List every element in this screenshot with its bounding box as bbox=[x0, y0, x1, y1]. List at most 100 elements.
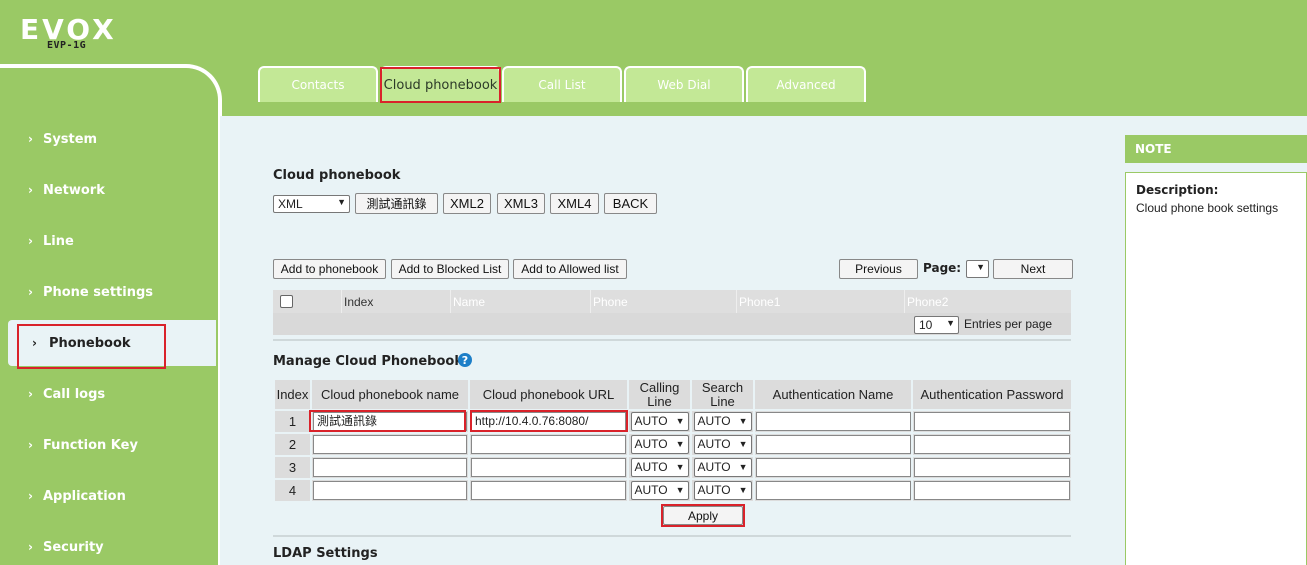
sidebar-item-security[interactable]: › Security bbox=[0, 525, 216, 565]
chevron-right-icon: › bbox=[28, 285, 33, 299]
chevron-down-icon: ▼ bbox=[976, 262, 985, 272]
select-value: AUTO bbox=[697, 437, 731, 451]
highlight-box bbox=[17, 324, 166, 369]
auth-password-input[interactable] bbox=[914, 435, 1070, 454]
phonebook-button-1[interactable]: 測試通訊錄 bbox=[355, 193, 438, 214]
chevron-right-icon: › bbox=[28, 540, 33, 554]
chevron-down-icon: ▼ bbox=[738, 416, 748, 426]
select-all-checkbox[interactable] bbox=[280, 295, 293, 308]
chevron-right-icon: › bbox=[28, 234, 33, 248]
row-index: 2 bbox=[273, 432, 312, 457]
chevron-right-icon: › bbox=[28, 387, 33, 401]
row-index: 4 bbox=[273, 478, 312, 503]
cloud-phonebook-title: Cloud phonebook bbox=[273, 168, 401, 183]
auth-name-input[interactable] bbox=[755, 435, 911, 454]
tab-advanced[interactable]: Advanced bbox=[746, 66, 866, 102]
column-index[interactable]: Index bbox=[341, 290, 451, 313]
tab-call-list[interactable]: Call List bbox=[502, 66, 622, 102]
chevron-down-icon: ▼ bbox=[675, 439, 685, 449]
sidebar-item-label: System bbox=[42, 131, 98, 147]
manage-phonebooks-table: Index Cloud phonebook name Cloud phonebo… bbox=[273, 378, 1073, 503]
select-value: XML bbox=[278, 197, 303, 211]
sidebar-item-system[interactable]: › System bbox=[0, 117, 216, 161]
sidebar-item-phone-settings[interactable]: › Phone settings bbox=[0, 270, 216, 314]
column-phone1[interactable]: Phone1 bbox=[736, 290, 904, 313]
column-phone[interactable]: Phone bbox=[590, 290, 736, 313]
column-header: Cloud phonebook name bbox=[310, 378, 470, 411]
table-row: 4 AUTO ▼ AUTO ▼ bbox=[273, 478, 1073, 503]
chevron-right-icon: › bbox=[28, 132, 33, 146]
column-header: Calling Line bbox=[627, 378, 692, 411]
column-header: Search Line bbox=[690, 378, 755, 411]
row-index: 1 bbox=[273, 409, 312, 434]
select-value: AUTO bbox=[697, 483, 731, 497]
note-panel: Description: Cloud phone book settings bbox=[1125, 172, 1307, 565]
phonebook-button-xml3[interactable]: XML3 bbox=[497, 193, 545, 214]
select-value: AUTO bbox=[634, 414, 668, 428]
select-value: AUTO bbox=[634, 460, 668, 474]
chevron-down-icon: ▼ bbox=[337, 197, 346, 207]
auth-name-input[interactable] bbox=[755, 412, 911, 431]
column-name[interactable]: Name bbox=[450, 290, 590, 313]
highlight-box bbox=[470, 410, 628, 432]
column-header: Cloud phonebook URL bbox=[468, 378, 629, 411]
column-phone2[interactable]: Phone2 bbox=[904, 290, 1071, 313]
search-line-select[interactable]: AUTO ▼ bbox=[693, 412, 752, 431]
table-row: 2 AUTO ▼ AUTO ▼ bbox=[273, 432, 1073, 457]
add-to-allowed-list-button[interactable]: Add to Allowed list bbox=[513, 259, 627, 279]
sidebar-item-line[interactable]: › Line bbox=[0, 219, 216, 263]
sidebar-item-label: Line bbox=[42, 233, 74, 249]
page-select[interactable]: ▼ bbox=[966, 260, 989, 278]
sidebar-item-application[interactable]: › Application bbox=[0, 474, 216, 518]
chevron-right-icon: › bbox=[28, 438, 33, 452]
sidebar-item-function-key[interactable]: › Function Key bbox=[0, 423, 216, 467]
auth-name-input[interactable] bbox=[755, 458, 911, 477]
select-value: AUTO bbox=[634, 437, 668, 451]
sidebar-item-network[interactable]: › Network bbox=[0, 168, 216, 212]
phonebook-name-input[interactable] bbox=[313, 481, 467, 500]
add-to-blocked-list-button[interactable]: Add to Blocked List bbox=[391, 259, 509, 279]
column-header: Authentication Name bbox=[753, 378, 913, 411]
phonebook-url-input[interactable] bbox=[471, 435, 626, 454]
phonebook-name-input[interactable] bbox=[313, 458, 467, 477]
search-line-select[interactable]: AUTO ▼ bbox=[693, 435, 752, 454]
tab-contacts[interactable]: Contacts bbox=[258, 66, 378, 102]
previous-button[interactable]: Previous bbox=[839, 259, 918, 279]
tab-web-dial[interactable]: Web Dial bbox=[624, 66, 744, 102]
chevron-down-icon: ▼ bbox=[675, 416, 685, 426]
phonebook-button-xml2[interactable]: XML2 bbox=[443, 193, 491, 214]
help-icon[interactable]: ? bbox=[458, 353, 472, 367]
highlight-box bbox=[380, 67, 501, 103]
auth-password-input[interactable] bbox=[914, 481, 1070, 500]
add-to-phonebook-button[interactable]: Add to phonebook bbox=[273, 259, 386, 279]
chevron-right-icon: › bbox=[28, 489, 33, 503]
calling-line-select[interactable]: AUTO ▼ bbox=[630, 435, 689, 454]
sidebar-item-label: Application bbox=[42, 488, 126, 504]
sidebar-item-label: Network bbox=[42, 182, 105, 198]
table-row: 3 AUTO ▼ AUTO ▼ bbox=[273, 455, 1073, 480]
calling-line-select[interactable]: AUTO ▼ bbox=[630, 481, 689, 500]
entries-per-page-select[interactable]: 10 ▼ bbox=[914, 316, 959, 334]
calling-line-select[interactable]: AUTO ▼ bbox=[630, 458, 689, 477]
phonebook-type-select[interactable]: XML ▼ bbox=[273, 195, 350, 213]
back-button[interactable]: BACK bbox=[604, 193, 657, 214]
search-line-select[interactable]: AUTO ▼ bbox=[693, 458, 752, 477]
entries-per-page-label: Entries per page bbox=[964, 317, 1053, 331]
search-line-select[interactable]: AUTO ▼ bbox=[693, 481, 752, 500]
auth-name-input[interactable] bbox=[755, 481, 911, 500]
note-header: NOTE bbox=[1125, 135, 1307, 163]
next-button[interactable]: Next bbox=[993, 259, 1073, 279]
phonebook-url-input[interactable] bbox=[471, 458, 626, 477]
auth-password-input[interactable] bbox=[914, 458, 1070, 477]
phonebook-name-input[interactable] bbox=[313, 435, 467, 454]
phonebook-button-xml4[interactable]: XML4 bbox=[550, 193, 599, 214]
highlight-box bbox=[661, 504, 745, 527]
auth-password-input[interactable] bbox=[914, 412, 1070, 431]
calling-line-select[interactable]: AUTO ▼ bbox=[630, 412, 689, 431]
chevron-down-icon: ▼ bbox=[946, 318, 955, 328]
sidebar-item-call-logs[interactable]: › Call logs bbox=[0, 372, 216, 416]
phonebook-url-input[interactable] bbox=[471, 481, 626, 500]
chevron-down-icon: ▼ bbox=[738, 462, 748, 472]
divider bbox=[273, 535, 1071, 537]
highlight-box bbox=[309, 410, 466, 432]
